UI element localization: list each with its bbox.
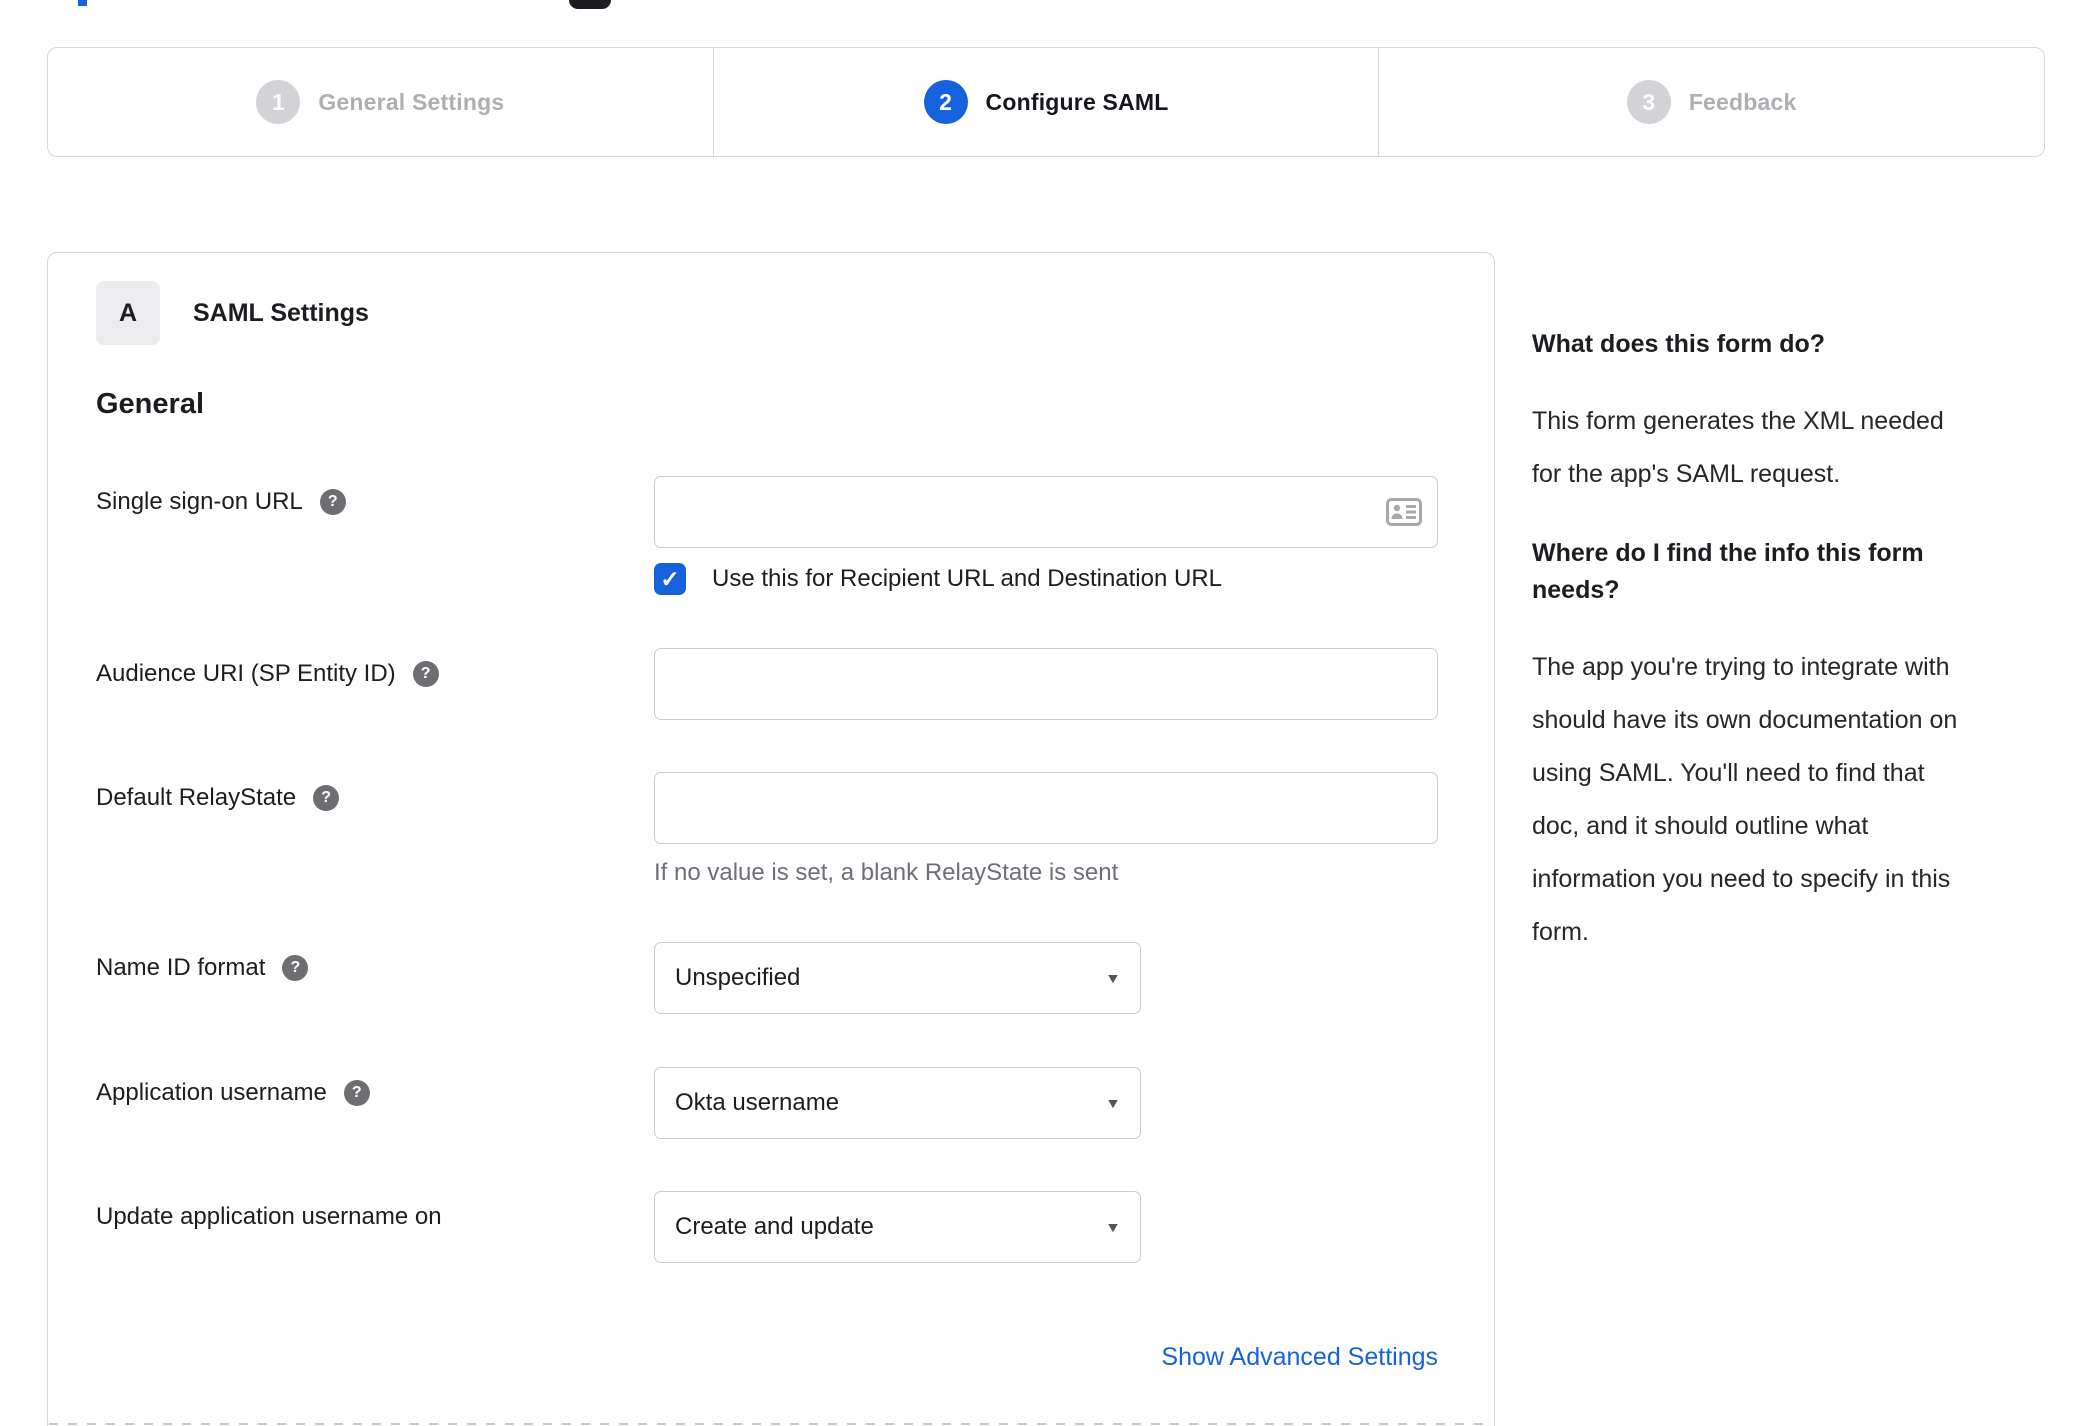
name-id-format-value: Unspecified <box>675 964 801 991</box>
sso-url-label-wrap: Single sign-on URL ? <box>96 476 654 516</box>
update-username-label: Update application username on <box>96 1203 442 1230</box>
update-username-select[interactable]: Create and update ▼ <box>654 1191 1141 1263</box>
application-username-select[interactable]: Okta username ▼ <box>654 1067 1141 1139</box>
field-row-update-username: Update application username on Create an… <box>96 1191 1494 1263</box>
name-id-format-label-wrap: Name ID format ? <box>96 942 654 982</box>
field-row-audience-uri: Audience URI (SP Entity ID) ? <box>96 648 1494 720</box>
general-group-title: General <box>96 388 204 420</box>
relay-state-label-wrap: Default RelayState ? <box>96 772 654 812</box>
dashed-divider <box>49 1423 1493 1425</box>
field-row-name-id-format: Name ID format ? Unspecified ▼ <box>96 942 1494 1014</box>
step-configure-saml[interactable]: 2 Configure SAML <box>712 48 1379 156</box>
advanced-settings-row: Show Advanced Settings <box>96 1343 1438 1372</box>
application-username-value: Okta username <box>675 1089 840 1116</box>
help-icon[interactable]: ? <box>319 489 346 515</box>
help-icon[interactable]: ? <box>343 1080 370 1106</box>
contact-card-icon <box>1386 498 1422 531</box>
step-3-label: Feedback <box>1688 88 1797 115</box>
chevron-down-icon: ▼ <box>1105 970 1122 986</box>
chevron-down-icon: ▼ <box>1105 1095 1122 1111</box>
sso-url-label: Single sign-on URL <box>96 488 303 515</box>
saml-settings-panel: A SAML Settings General Single sign-on U… <box>47 252 1495 1426</box>
recipient-url-checkbox[interactable]: ✓ <box>654 563 686 595</box>
relay-state-hint: If no value is set, a blank RelayState i… <box>654 859 1119 886</box>
name-id-format-label: Name ID format <box>96 954 266 981</box>
sidebar-heading-what: What does this form do? <box>1532 330 1826 358</box>
recipient-url-checkbox-row: ✓ Use this for Recipient URL and Destina… <box>654 563 1438 595</box>
application-username-label-wrap: Application username ? <box>96 1067 654 1107</box>
cutoff-app-logo-fragment <box>569 0 611 9</box>
field-row-sso-url: Single sign-on URL ? ✓ Use this for Reci… <box>96 476 1494 595</box>
audience-uri-label: Audience URI (SP Entity ID) <box>96 660 396 687</box>
update-username-label-wrap: Update application username on <box>96 1191 654 1231</box>
help-sidebar: What does this form do? This form genera… <box>1532 326 2044 959</box>
help-icon[interactable]: ? <box>412 661 439 687</box>
audience-uri-input[interactable] <box>654 648 1438 720</box>
sidebar-section-what: What does this form do? This form genera… <box>1532 326 2044 501</box>
relay-state-label: Default RelayState <box>96 784 297 811</box>
sidebar-heading-where: Where do I find the info this form needs… <box>1532 539 1924 604</box>
sidebar-section-where: Where do I find the info this form needs… <box>1532 535 2044 959</box>
application-username-label: Application username <box>96 1079 327 1106</box>
sso-url-input[interactable] <box>654 476 1438 548</box>
recipient-url-checkbox-label: Use this for Recipient URL and Destinati… <box>712 565 1223 592</box>
wizard-stepper: 1 General Settings 2 Configure SAML 3 Fe… <box>47 47 2045 157</box>
step-feedback[interactable]: 3 Feedback <box>1378 48 2044 156</box>
help-icon[interactable]: ? <box>282 955 309 981</box>
show-advanced-settings-link[interactable]: Show Advanced Settings <box>1161 1343 1438 1371</box>
step-general-settings[interactable]: 1 General Settings <box>48 48 713 156</box>
section-a-badge: A <box>96 281 160 345</box>
cutoff-blue-fragment <box>78 0 87 6</box>
saml-form: Single sign-on URL ? ✓ Use this for Reci… <box>96 476 1494 1372</box>
chevron-down-icon: ▼ <box>1105 1219 1122 1235</box>
relay-state-input[interactable] <box>654 772 1438 844</box>
field-row-relay-state: Default RelayState ? If no value is set,… <box>96 772 1494 887</box>
help-icon[interactable]: ? <box>313 785 340 811</box>
step-2-label: Configure SAML <box>985 88 1169 115</box>
name-id-format-select[interactable]: Unspecified ▼ <box>654 942 1141 1014</box>
update-username-value: Create and update <box>675 1213 874 1240</box>
field-row-application-username: Application username ? Okta username ▼ <box>96 1067 1494 1139</box>
sidebar-body-where: The app you're trying to integrate with … <box>1532 653 1958 946</box>
step-3-badge: 3 <box>1626 80 1671 124</box>
audience-uri-label-wrap: Audience URI (SP Entity ID) ? <box>96 648 654 688</box>
panel-title: SAML Settings <box>193 298 369 327</box>
panel-header: A SAML Settings <box>96 281 1494 345</box>
sidebar-body-what: This form generates the XML needed for t… <box>1532 407 1944 488</box>
step-2-badge: 2 <box>923 80 968 124</box>
step-1-label: General Settings <box>318 88 505 115</box>
step-1-badge: 1 <box>256 80 301 124</box>
